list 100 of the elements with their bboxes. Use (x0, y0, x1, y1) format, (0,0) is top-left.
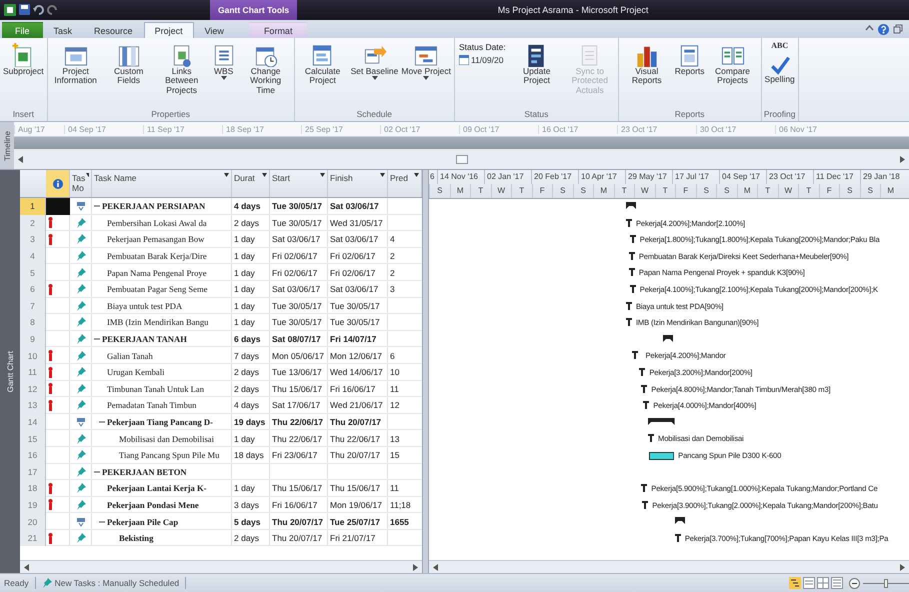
column-header[interactable]: Start (270, 170, 328, 197)
task-bar[interactable] (628, 252, 635, 260)
zoom-out-icon[interactable] (849, 578, 860, 588)
task-bar[interactable] (628, 268, 635, 276)
task-bar[interactable] (630, 284, 636, 293)
ribbon-button[interactable]: Calculate Project (296, 40, 349, 88)
row-number[interactable]: 15 (20, 430, 46, 447)
column-header[interactable]: Pred (388, 170, 422, 197)
task-bar[interactable] (639, 368, 646, 376)
row-number[interactable]: 9 (20, 330, 46, 348)
ribbon-button[interactable]: Links Between Projects (156, 40, 208, 98)
start-date-cell-text: Fri 16/06/17 (271, 498, 318, 512)
help-icon[interactable] (878, 24, 889, 34)
column-header[interactable]: Task Name (92, 170, 232, 197)
task-bar[interactable] (648, 452, 674, 460)
team-planner-icon[interactable] (817, 577, 829, 589)
scroll-left-icon[interactable] (24, 564, 29, 570)
indicator-column-header[interactable] (46, 170, 70, 197)
gantt-view-icon[interactable] (789, 577, 801, 589)
task-bar[interactable] (626, 218, 632, 227)
row-number[interactable]: 14 (20, 414, 46, 430)
new-tasks-mode[interactable]: New Tasks : Manually Scheduled (54, 578, 180, 588)
summary-bar[interactable] (648, 418, 675, 426)
resource-sheet-icon[interactable] (831, 577, 843, 589)
status-date-picker[interactable]: 11/09/20 (458, 55, 506, 65)
row-number[interactable]: 10 (20, 347, 46, 364)
task-name: Pekerjaan Pondasi Mene (107, 500, 199, 510)
collapse-icon[interactable] (94, 336, 100, 342)
ribbon-tab[interactable]: File (2, 22, 43, 38)
horizontal-scrollbar[interactable] (20, 560, 422, 573)
column-header[interactable]: Finish (328, 170, 388, 197)
app-icon[interactable] (4, 4, 16, 16)
ribbon-button[interactable]: Update Project (510, 40, 563, 88)
scroll-left-icon[interactable] (433, 564, 438, 570)
task-bar[interactable] (626, 318, 632, 326)
ribbon-button[interactable]: Move Project (400, 40, 452, 82)
save-icon[interactable] (19, 4, 30, 15)
task-bar[interactable] (643, 401, 650, 410)
timeline-scrollbar[interactable] (14, 149, 909, 169)
row-number[interactable]: 17 (20, 464, 46, 480)
task-bar[interactable] (632, 351, 638, 360)
ribbon-button[interactable]: Subproject (2, 40, 45, 78)
undo-icon[interactable] (33, 4, 44, 15)
horizontal-scrollbar[interactable] (429, 560, 909, 573)
row-number[interactable]: 2 (20, 214, 46, 232)
summary-bar[interactable] (626, 202, 636, 210)
collapse-icon[interactable] (94, 203, 100, 210)
scroll-left-icon[interactable] (18, 156, 23, 162)
pushpin-icon (76, 218, 86, 228)
start-date-cell-text: Fri 02/06/17 (271, 266, 318, 280)
summary-bar[interactable] (663, 334, 674, 343)
row-number[interactable]: 12 (20, 380, 46, 398)
ribbon-button[interactable]: ABC Spelling (764, 40, 796, 86)
row-number[interactable]: 18 (20, 480, 46, 497)
task-bar[interactable] (674, 534, 681, 542)
row-number[interactable]: 21 (20, 530, 46, 546)
ribbon-button[interactable]: Reports (674, 40, 706, 78)
row-number[interactable]: 20 (20, 513, 46, 530)
ribbon-button[interactable]: Project Information (50, 40, 102, 88)
ribbon-button[interactable]: Custom Fields (102, 40, 155, 88)
ribbon-button[interactable]: Compare Projects (706, 40, 759, 88)
minimize-ribbon-icon[interactable] (865, 24, 874, 32)
ribbon-tab[interactable]: Task (42, 22, 84, 38)
row-number[interactable]: 7 (20, 298, 46, 314)
redo-icon[interactable] (47, 4, 58, 15)
scroll-thumb[interactable] (456, 154, 468, 164)
row-number[interactable]: 8 (20, 314, 46, 331)
task-bar[interactable] (641, 384, 648, 393)
task-bar[interactable] (626, 302, 632, 310)
collapse-icon[interactable] (94, 468, 100, 475)
ribbon-tab[interactable]: View (194, 22, 235, 38)
ribbon-button[interactable]: Set Baseline (350, 40, 400, 82)
task-bar[interactable] (630, 235, 636, 244)
ribbon-button[interactable]: Visual Reports (620, 40, 673, 88)
row-number[interactable]: 16 (20, 446, 46, 464)
row-number[interactable]: 5 (20, 264, 46, 281)
row-number[interactable]: 6 (20, 280, 46, 298)
scroll-right-icon[interactable] (413, 564, 418, 570)
restore-icon[interactable] (893, 24, 903, 34)
summary-bar[interactable] (674, 517, 685, 526)
task-bar[interactable] (641, 484, 648, 492)
row-number[interactable]: 1 (20, 198, 46, 215)
row-number[interactable]: 19 (20, 496, 46, 514)
collapse-icon[interactable] (99, 518, 105, 525)
task-bar[interactable] (642, 500, 648, 509)
ribbon-tab[interactable]: Resource (83, 22, 144, 38)
collapse-icon[interactable] (99, 419, 105, 426)
ribbon-tab[interactable]: Format (248, 22, 308, 38)
scroll-right-icon[interactable] (900, 156, 905, 162)
row-number[interactable]: 4 (20, 248, 46, 264)
column-header[interactable]: Tas Mo (70, 170, 92, 197)
ribbon-button[interactable]: Change Working Time (240, 40, 292, 98)
row-number[interactable]: 11 (20, 364, 46, 381)
task-bar[interactable] (648, 434, 654, 442)
row-number[interactable]: 13 (20, 397, 46, 414)
ribbon-tab[interactable]: Project (144, 22, 194, 38)
scroll-right-icon[interactable] (900, 564, 905, 570)
row-number[interactable]: 3 (20, 231, 46, 248)
ribbon-button[interactable]: WBS (208, 40, 239, 82)
column-header[interactable]: Durat (232, 170, 270, 197)
